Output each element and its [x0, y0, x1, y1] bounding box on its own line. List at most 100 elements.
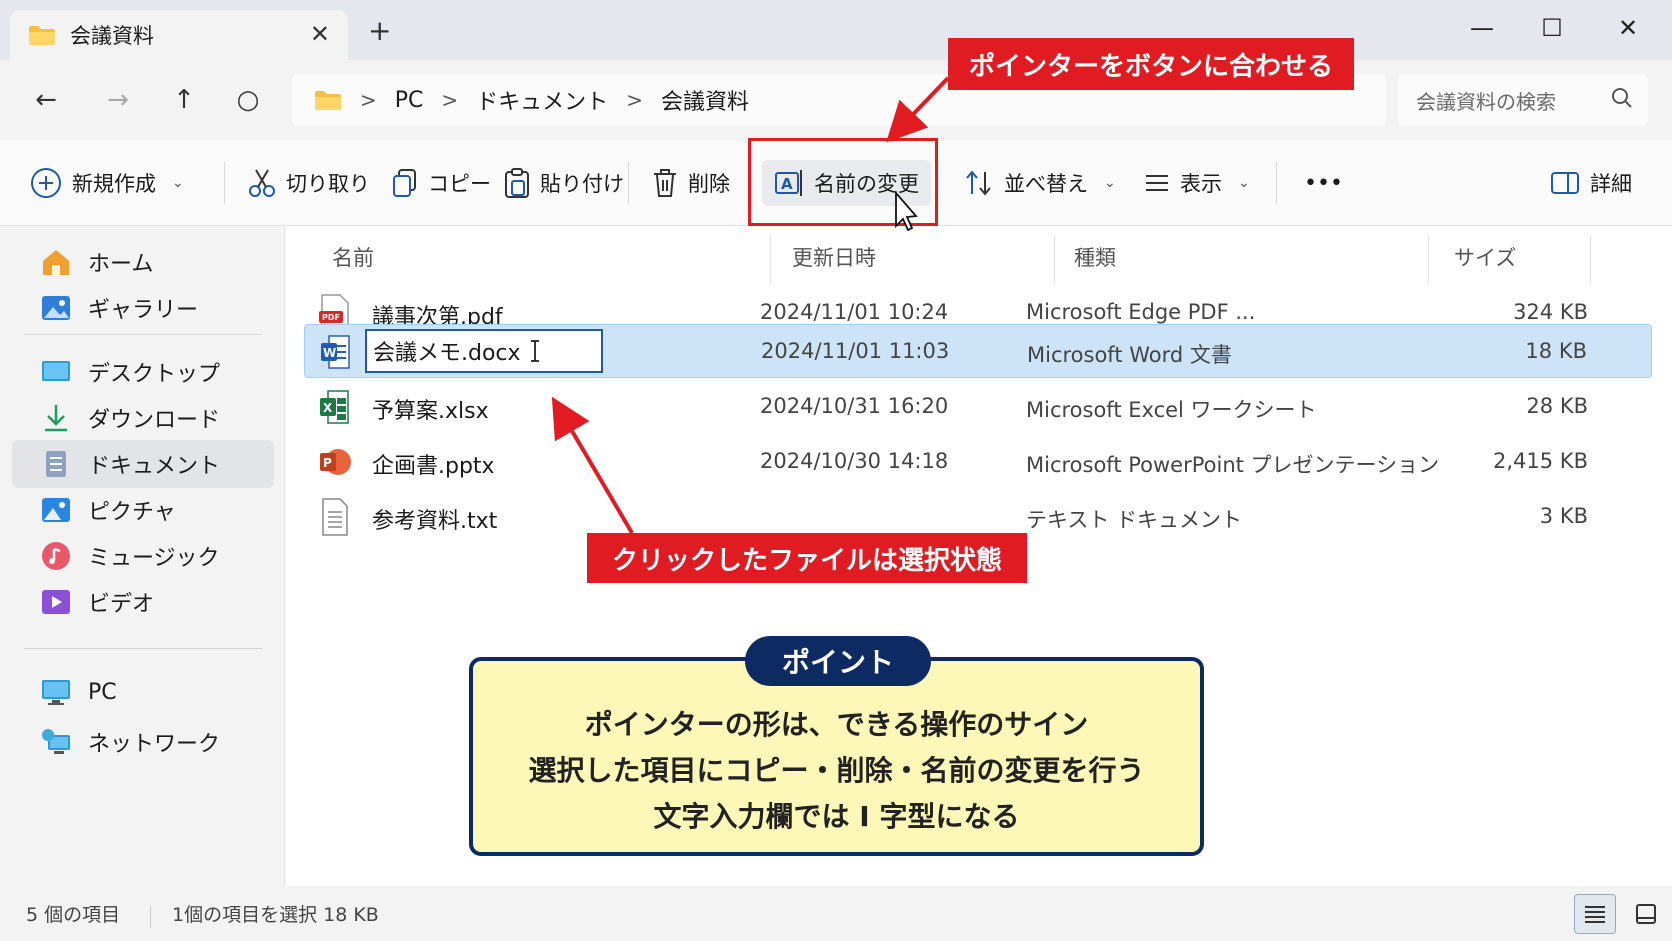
- delete-button[interactable]: 削除: [652, 160, 730, 206]
- column-header-date[interactable]: 更新日時: [792, 242, 876, 272]
- file-row-selected[interactable]: W 会議メモ.docx 2024/11/01 11:03 Microsoft W…: [304, 324, 1652, 378]
- file-type: Microsoft Edge PDF ...: [1026, 300, 1256, 324]
- refresh-button[interactable]: ○: [226, 80, 270, 120]
- maximize-button[interactable]: ☐: [1522, 8, 1582, 48]
- divider: [628, 162, 629, 204]
- cut-label: 切り取り: [286, 172, 370, 196]
- excel-file-icon: X: [320, 390, 349, 424]
- new-button[interactable]: 新規作成 ⌄: [30, 160, 184, 206]
- file-row[interactable]: X 予算案.xlsx 2024/10/31 16:20 Microsoft Ex…: [304, 380, 1652, 434]
- cut-button[interactable]: 切り取り: [248, 160, 370, 206]
- sort-button[interactable]: 並べ替え ⌄: [964, 160, 1116, 206]
- new-label: 新規作成: [72, 172, 156, 196]
- sidebar-item-label: ドキュメント: [88, 454, 221, 479]
- point-note: ポインターの形は、できる操作のサイン 選択した項目にコピー・削除・名前の変更を行…: [469, 657, 1204, 856]
- sidebar-item-label: PC: [88, 679, 117, 705]
- column-divider[interactable]: [1054, 234, 1055, 284]
- sidebar-item-videos[interactable]: ビデオ: [12, 578, 274, 626]
- copy-button[interactable]: コピー: [392, 160, 491, 206]
- rename-text: 会議メモ.docx: [373, 341, 521, 366]
- sort-arrows-icon: [966, 170, 991, 196]
- file-date: 2024/10/31 16:20: [760, 394, 949, 418]
- view-button[interactable]: 表示 ⌄: [1144, 160, 1250, 206]
- breadcrumb-separator: >: [626, 88, 643, 112]
- file-name: 参考資料.txt: [372, 509, 498, 534]
- search-input[interactable]: 会議資料の検索: [1398, 74, 1648, 126]
- details-pane-button[interactable]: 詳細: [1550, 160, 1632, 206]
- sidebar-item-documents[interactable]: ドキュメント: [12, 440, 274, 488]
- forward-button[interactable]: →: [96, 80, 140, 120]
- minimize-button[interactable]: —: [1452, 8, 1512, 48]
- status-bar: 5 個の項目 1個の項目を選択 18 KB: [0, 886, 1672, 941]
- column-divider[interactable]: [1428, 234, 1429, 284]
- paste-label: 貼り付け: [540, 172, 624, 196]
- sidebar-item-network[interactable]: ネットワーク: [12, 718, 274, 766]
- point-line: 選択した項目にコピー・削除・名前の変更を行う: [528, 754, 1145, 787]
- sidebar-item-label: ホーム: [88, 252, 154, 277]
- folder-icon: [315, 91, 341, 110]
- sidebar-item-label: ダウンロード: [88, 408, 221, 433]
- file-type: Microsoft Excel ワークシート: [1026, 398, 1317, 422]
- column-header-name[interactable]: 名前: [332, 242, 374, 272]
- sidebar-item-label: デスクトップ: [88, 362, 221, 387]
- column-divider[interactable]: [770, 234, 771, 284]
- more-options-button[interactable]: •••: [1304, 160, 1343, 206]
- rename-highlight-box: [748, 138, 938, 226]
- clipboard-icon: [505, 168, 529, 198]
- text-cursor-icon: [530, 340, 539, 362]
- sidebar-item-label: ピクチャ: [88, 500, 176, 525]
- new-tab-button[interactable]: +: [368, 14, 391, 47]
- file-size: 18 KB: [1525, 339, 1587, 363]
- tiles-view-button[interactable]: [1626, 894, 1666, 934]
- powerpoint-file-icon: P: [320, 449, 351, 475]
- file-date: 2024/10/30 14:18: [760, 449, 949, 473]
- music-icon: [42, 542, 70, 570]
- chevron-down-icon: ⌄: [1238, 175, 1250, 191]
- file-type: Microsoft Word 文書: [1027, 343, 1232, 367]
- details-pane-icon: [1551, 172, 1579, 194]
- sidebar-item-home[interactable]: ホーム: [12, 238, 274, 286]
- scissors-icon: [249, 169, 275, 197]
- divider: [24, 648, 262, 649]
- sidebar-item-desktop[interactable]: デスクトップ: [12, 348, 274, 396]
- up-button[interactable]: ↑: [162, 80, 206, 120]
- close-tab-icon[interactable]: ✕: [310, 20, 330, 48]
- paste-button[interactable]: 貼り付け: [504, 160, 624, 206]
- breadcrumb-separator: >: [360, 88, 377, 112]
- svg-text:PDF: PDF: [322, 313, 340, 322]
- navigation-pane: ホーム ギャラリー デスクトップ ダウンロード ドキュメント ピクチャ ミュージ…: [0, 226, 285, 886]
- tiles-view-icon: [1636, 904, 1656, 924]
- divider: [150, 906, 151, 928]
- breadcrumb-documents[interactable]: ドキュメント: [476, 84, 608, 116]
- sidebar-item-pictures[interactable]: ピクチャ: [12, 486, 274, 534]
- file-row[interactable]: P 企画書.pptx 2024/10/30 14:18 Microsoft Po…: [304, 435, 1652, 489]
- file-name: 予算案.xlsx: [372, 399, 489, 424]
- breadcrumb-pc[interactable]: PC: [395, 88, 424, 113]
- explorer-tab[interactable]: 会議資料 ✕: [10, 10, 348, 60]
- selection-info: 1個の項目を選択 18 KB: [172, 904, 379, 926]
- file-size: 28 KB: [1526, 394, 1588, 418]
- sidebar-item-pc[interactable]: PC: [12, 668, 274, 716]
- file-size: 2,415 KB: [1493, 449, 1588, 473]
- chevron-down-icon: ⌄: [172, 175, 184, 191]
- sidebar-item-music[interactable]: ミュージック: [12, 532, 274, 580]
- column-header-size[interactable]: サイズ: [1454, 242, 1516, 272]
- sidebar-item-downloads[interactable]: ダウンロード: [12, 394, 274, 442]
- sidebar-item-label: ビデオ: [88, 592, 155, 617]
- back-button[interactable]: ←: [24, 80, 68, 120]
- word-file-icon: W: [321, 335, 350, 369]
- document-icon: [46, 451, 66, 477]
- details-view-button[interactable]: [1574, 894, 1616, 934]
- point-line: ポインターの形は、できる操作のサイン: [584, 708, 1089, 741]
- column-header-type[interactable]: 種類: [1074, 242, 1116, 272]
- rename-input[interactable]: 会議メモ.docx: [365, 329, 603, 373]
- file-date: 2024/11/01 11:03: [761, 339, 950, 363]
- desktop-icon: [42, 361, 70, 381]
- column-divider[interactable]: [1590, 234, 1591, 284]
- close-window-button[interactable]: ✕: [1598, 8, 1658, 48]
- tab-title: 会議資料: [70, 24, 154, 48]
- sidebar-item-gallery[interactable]: ギャラリー: [12, 284, 274, 332]
- file-size: 3 KB: [1539, 504, 1588, 528]
- file-name: 企画書.pptx: [372, 454, 495, 479]
- breadcrumb-current-folder[interactable]: 会議資料: [661, 84, 749, 116]
